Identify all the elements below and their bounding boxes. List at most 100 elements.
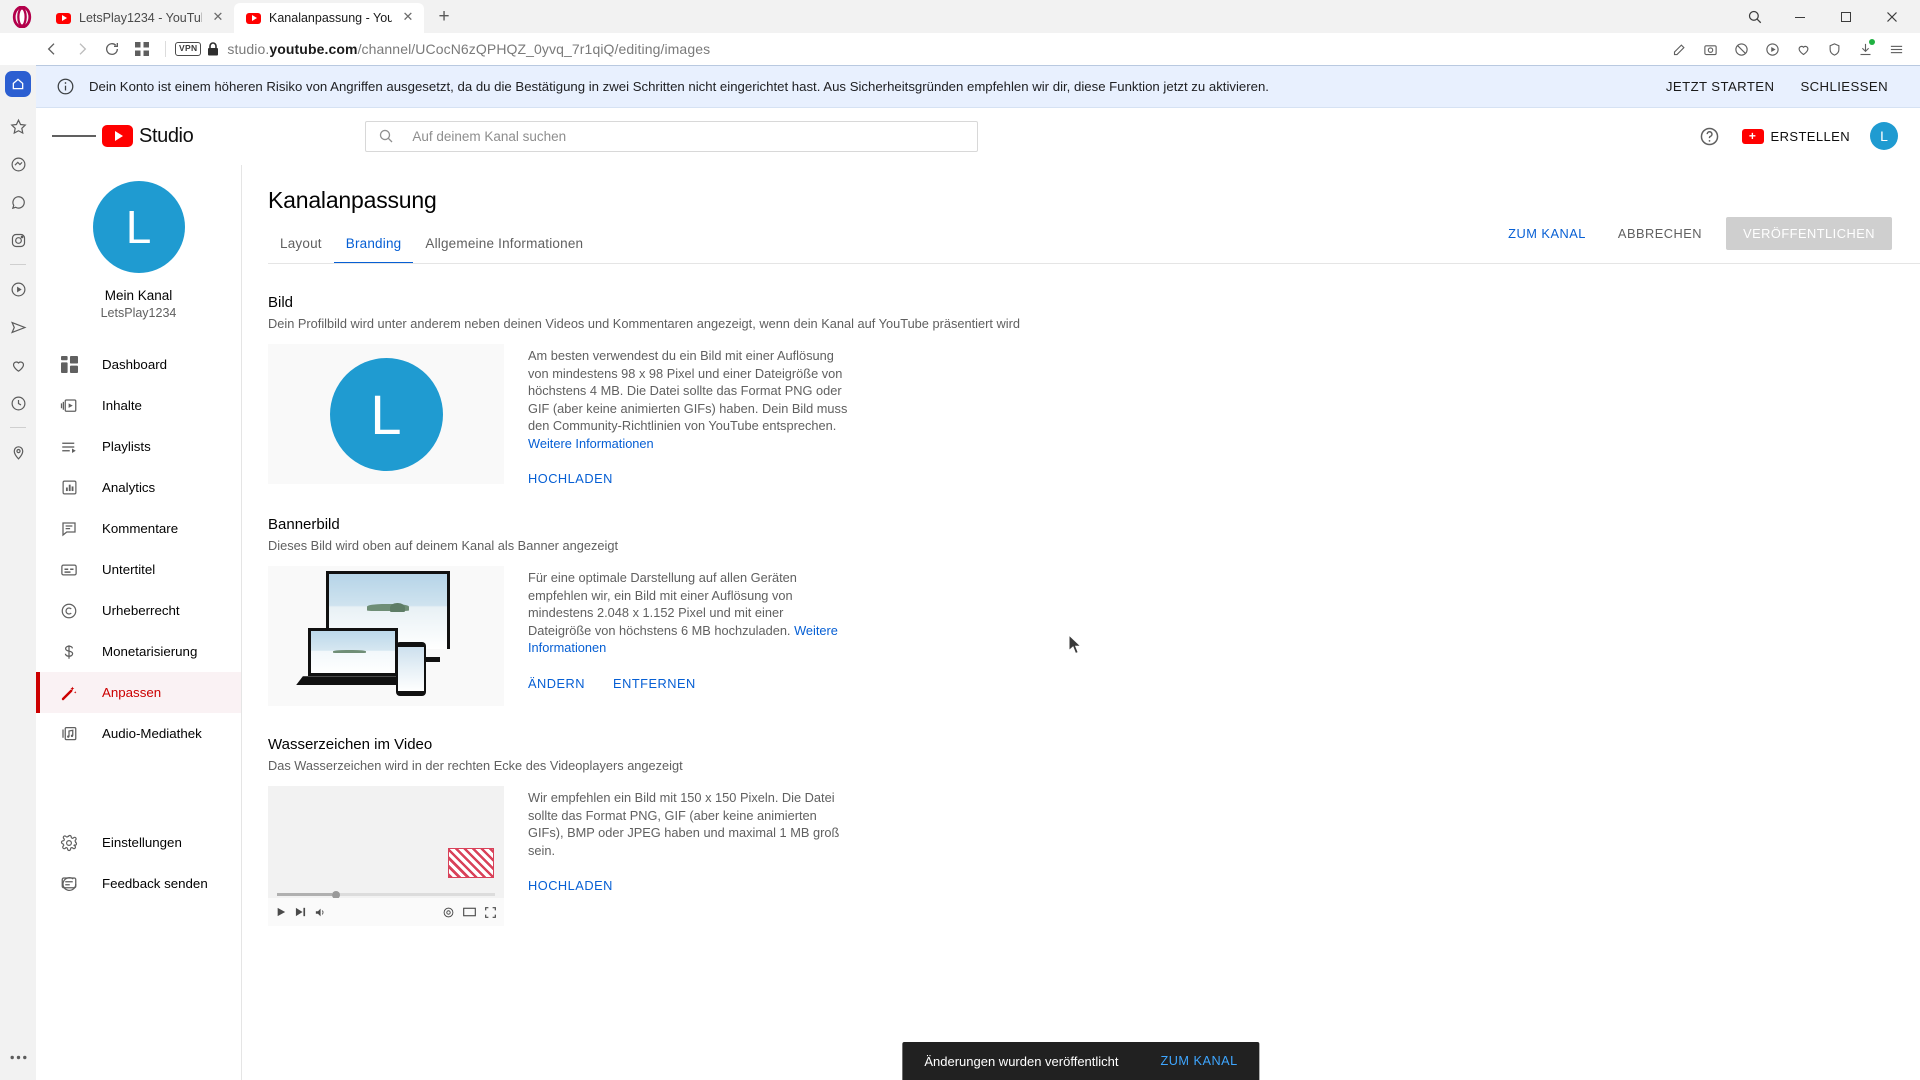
section-title: Wasserzeichen im Video	[268, 736, 433, 754]
sidebar-item-kommentare[interactable]: Kommentare	[36, 508, 241, 549]
minimize-button[interactable]	[1778, 0, 1822, 33]
publish-button[interactable]: VERÖFFENTLICHEN	[1726, 217, 1892, 250]
section-body-text: Am besten verwendest du ein Bild mit ein…	[528, 347, 848, 452]
toast-message: Änderungen wurden veröffentlicht	[924, 1053, 1119, 1069]
sidebar-item-untertitel[interactable]: Untertitel	[36, 549, 241, 590]
sidebar-item-urheberrecht[interactable]: Urheberrecht	[36, 590, 241, 631]
section-banner-image: Bannerbild Dieses Bild wird oben auf dei…	[268, 516, 1892, 707]
section-profile-picture: Bild Dein Profilbild wird unter anderem …	[268, 294, 1892, 486]
sidebar-instagram-icon[interactable]	[0, 221, 36, 259]
view-channel-button[interactable]: ZUM KANAL	[1492, 226, 1602, 241]
create-button[interactable]: ERSTELLEN	[1741, 128, 1850, 144]
header-right-actions: ERSTELLEN L	[1698, 122, 1898, 150]
easy-setup-menu-icon[interactable]	[1882, 35, 1910, 63]
browser-tab-2[interactable]: Kanalanpassung - YouTube ✕	[234, 3, 424, 33]
channel-search-box[interactable]	[365, 120, 979, 152]
snapshot-icon[interactable]	[1696, 35, 1724, 63]
menu-icon[interactable]	[52, 114, 97, 158]
edit-page-icon[interactable]	[1665, 35, 1693, 63]
sidebar-item-dashboard[interactable]: Dashboard	[36, 344, 241, 385]
toolbar-divider	[165, 41, 166, 57]
more-info-link[interactable]: Weitere Informationen	[528, 436, 654, 451]
search-tabs-icon[interactable]	[1732, 0, 1776, 33]
sidebar-pin-icon[interactable]	[0, 433, 36, 471]
address-bar[interactable]: studio.youtube.com/channel/UCocN6zQPHQZ_…	[227, 41, 710, 57]
sidebar-item-inhalte[interactable]: Inhalte	[36, 385, 241, 426]
sidebar-item-label: Untertitel	[102, 562, 156, 577]
sidebar-item-label: Anpassen	[102, 685, 162, 700]
sidebar-item-label: Monetarisierung	[102, 644, 198, 659]
search-input[interactable]	[412, 128, 966, 144]
sidebar-player-icon[interactable]	[0, 270, 36, 308]
downloads-icon[interactable]	[1851, 35, 1879, 63]
security-notification-banner: Dein Konto ist einem höheren Risiko von …	[36, 65, 1920, 108]
main-inner: Kanalanpassung Layout Branding Allgemein…	[242, 165, 1920, 927]
remove-banner-button[interactable]: ENTFERNEN	[613, 676, 696, 691]
sidebar-heart-icon[interactable]	[0, 346, 36, 384]
sidebar-item-anpassen[interactable]: Anpassen	[36, 672, 241, 713]
url-domain: youtube.com	[269, 41, 358, 57]
channel-handle: LetsPlay1234	[100, 306, 177, 320]
youtube-play-icon	[102, 125, 133, 147]
sidebar-item-monetarisierung[interactable]: Monetarisierung	[36, 631, 241, 672]
toast-view-channel-link[interactable]: ZUM KANAL	[1161, 1054, 1238, 1068]
heart-icon[interactable]	[1789, 35, 1817, 63]
tab-title: Kanalanpassung - YouTube	[269, 11, 392, 25]
sidebar-favorites-icon[interactable]	[0, 107, 36, 145]
new-tab-button[interactable]: +	[430, 3, 458, 31]
sidebar-item-einstellungen[interactable]: Einstellungen	[36, 822, 241, 863]
start-now-button[interactable]: JETZT STARTEN	[1666, 79, 1775, 94]
tab-branding[interactable]: Branding	[333, 236, 414, 264]
help-icon[interactable]	[1698, 124, 1722, 148]
laptop-illustration	[308, 628, 398, 677]
opera-logo-icon	[0, 0, 44, 33]
vpn-badge[interactable]: VPN	[175, 42, 202, 56]
sidebar-more-icon[interactable]	[0, 1042, 36, 1080]
maximize-button[interactable]	[1824, 0, 1868, 33]
sidebar-messenger-icon[interactable]	[0, 145, 36, 183]
tab-close-icon[interactable]: ✕	[400, 10, 416, 26]
browser-tab-1[interactable]: LetsPlay1234 - YouTube ✕	[44, 3, 234, 33]
sidebar-item-label: Feedback senden	[102, 876, 208, 891]
studio-body: L Mein Kanal LetsPlay1234 Dashboard Inha…	[36, 165, 1920, 1080]
sidebar-history-icon[interactable]	[0, 384, 36, 422]
search-icon	[378, 128, 394, 144]
youtube-studio-logo[interactable]: Studio	[102, 125, 194, 148]
tab-close-icon[interactable]: ✕	[210, 10, 226, 26]
sidebar-item-audio-mediathek[interactable]: Audio-Mediathek	[36, 713, 241, 754]
publish-toast: Änderungen wurden veröffentlicht ZUM KAN…	[902, 1042, 1260, 1080]
sidebar-item-playlists[interactable]: Playlists	[36, 426, 241, 467]
tab-allgemeine-informationen[interactable]: Allgemeine Informationen	[413, 236, 595, 264]
sidebar-item-label: Audio-Mediathek	[102, 726, 202, 741]
feedback-icon	[58, 873, 80, 895]
upload-watermark-button[interactable]: HOCHLADEN	[528, 878, 613, 893]
block-ads-icon[interactable]	[1727, 35, 1755, 63]
cancel-button[interactable]: ABBRECHEN	[1602, 226, 1718, 241]
tab-layout[interactable]: Layout	[268, 236, 334, 264]
shield-icon[interactable]	[1820, 35, 1848, 63]
notification-actions: JETZT STARTEN SCHLIESSEN	[1666, 79, 1898, 94]
upload-profile-button[interactable]: HOCHLADEN	[528, 471, 613, 486]
close-banner-button[interactable]: SCHLIESSEN	[1800, 79, 1888, 94]
close-window-button[interactable]	[1870, 0, 1914, 33]
video-popout-icon[interactable]	[1758, 35, 1786, 63]
workspaces-icon[interactable]	[128, 35, 156, 63]
sidebar-item-label: Analytics	[102, 480, 156, 495]
sidebar-send-icon[interactable]	[0, 308, 36, 346]
opera-sidebar-rail	[0, 65, 36, 1080]
back-icon[interactable]	[38, 35, 66, 63]
url-path: /channel/UCocN6zQPHQZ_0yvq_7r1qiQ/editin…	[357, 41, 711, 57]
change-banner-button[interactable]: ÄNDERN	[528, 676, 585, 691]
browser-toolbar-actions	[1665, 35, 1910, 63]
sidebar-home-icon[interactable]	[5, 71, 31, 97]
header-actions: ZUM KANAL ABBRECHEN VERÖFFENTLICHEN	[1492, 217, 1892, 250]
section-detail: Wir empfehlen ein Bild mit 150 x 150 Pix…	[528, 786, 848, 926]
reload-icon[interactable]	[98, 35, 126, 63]
magic-wand-icon	[58, 682, 80, 704]
sidebar-item-analytics[interactable]: Analytics	[36, 467, 241, 508]
account-avatar[interactable]: L	[1870, 122, 1898, 150]
sidebar-item-feedback[interactable]: Feedback senden	[36, 863, 241, 904]
youtube-studio-page: Dein Konto ist einem höheren Risiko von …	[36, 65, 1920, 1080]
sidebar-whatsapp-icon[interactable]	[0, 183, 36, 221]
section-buttons: HOCHLADEN	[528, 471, 848, 486]
